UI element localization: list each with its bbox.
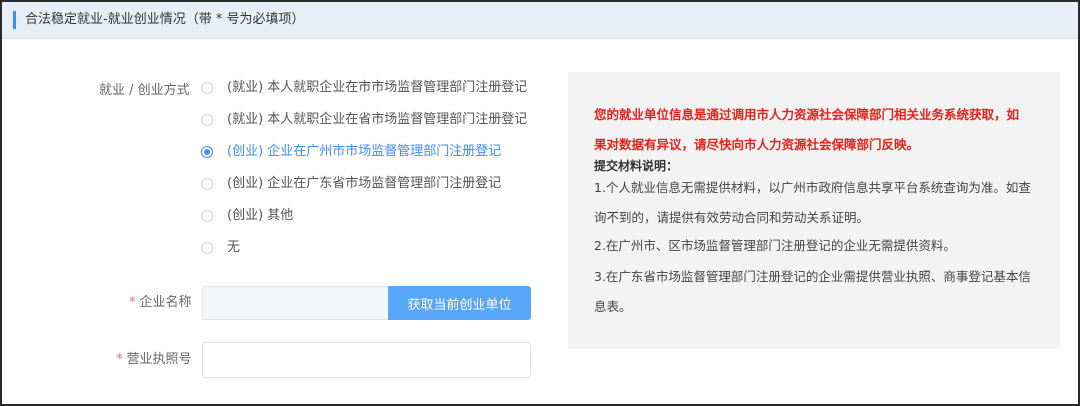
company-name-label: * 企业名称 [129,294,192,312]
radio-button[interactable] [201,210,213,222]
materials-title: 提交材料说明： [594,159,679,173]
materials-line-4: 3.在广东省市场监督管理部门注册登记的企业需提供营业执照、商事登记基本信 [594,269,1031,284]
radio-label: 无 [227,240,241,255]
radio-option-6[interactable]: 无 [201,238,240,258]
license-label: * 营业执照号 [116,351,192,369]
radio-button[interactable] [201,114,213,126]
license-label-text: 营业执照号 [126,352,192,367]
radio-option-2[interactable]: (就业) 本人就职企业在省市场监督管理部门注册登记 [201,110,527,130]
radio-option-1[interactable]: (就业) 本人就职企业在市市场监督管理部门注册登记 [201,78,527,98]
warning-text-line-1: 您的就业单位信息是通过调用市人力资源社会保障部门相关业务系统获取，如 [594,107,1020,122]
radio-label: (创业) 其他 [227,208,294,223]
materials-line-5: 息表。 [594,299,632,314]
materials-line-2: 询不到的，请提供有效劳动合同和劳动关系证明。 [594,210,870,225]
radio-option-3[interactable]: (创业) 企业在广州市市场监督管理部门注册登记 [201,142,501,162]
materials-line-3: 2.在广州市、区市场监督管理部门注册登记的企业无需提供资料。 [594,238,956,253]
materials-line-1: 1.个人就业信息无需提供材料，以广州市政府信息共享平台系统查询为准。如查 [594,180,1031,195]
radio-label: (就业) 本人就职企业在省市场监督管理部门注册登记 [227,112,528,127]
required-mark: * [116,352,123,367]
radio-button[interactable] [201,178,213,190]
required-mark: * [129,295,136,310]
mode-label: 就业 / 创业方式 [99,83,190,98]
radio-label-selected: (创业) 企业在广州市市场监督管理部门注册登记 [227,144,502,159]
header-accent-bar [13,11,16,29]
radio-button[interactable] [201,82,213,94]
warning-text-line-2: 果对数据有异议，请尽快向市人力资源社会保障部门反映。 [594,137,920,152]
fetch-company-button[interactable]: 获取当前创业单位 [388,286,531,320]
radio-button[interactable] [201,242,213,254]
section-title: 合法稳定就业-就业创业情况（带 * 号为必填项） [25,12,305,27]
section-header: 合法稳定就业-就业创业情况（带 * 号为必填项） [2,2,1078,39]
radio-option-4[interactable]: (创业) 企业在广东省市场监督管理部门注册登记 [201,174,501,194]
radio-button-selected[interactable] [201,146,213,158]
business-license-input[interactable] [202,342,531,378]
radio-label: (创业) 企业在广东省市场监督管理部门注册登记 [227,176,502,191]
info-panel: 您的就业单位信息是通过调用市人力资源社会保障部门相关业务系统获取，如 果对数据有… [568,72,1060,349]
radio-option-5[interactable]: (创业) 其他 [201,206,293,226]
company-name-label-text: 企业名称 [139,295,192,310]
radio-label: (就业) 本人就职企业在市市场监督管理部门注册登记 [227,80,528,95]
form-section: 合法稳定就业-就业创业情况（带 * 号为必填项） 就业 / 创业方式 (就业) … [0,0,1080,406]
company-name-input[interactable] [202,286,388,320]
